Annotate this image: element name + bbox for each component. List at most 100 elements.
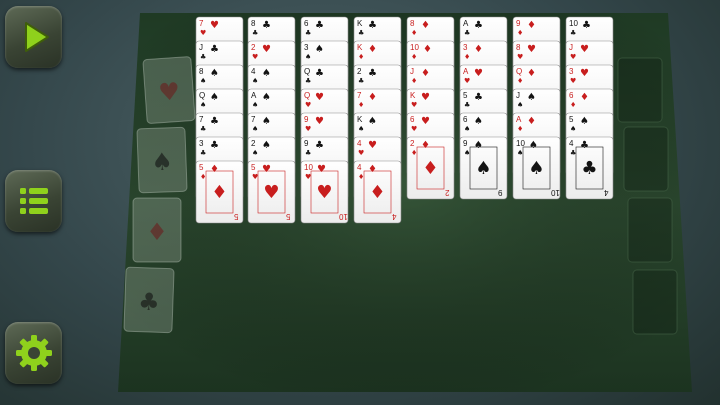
card-suit-icon: ♣ <box>262 20 271 31</box>
card-rank: 2 <box>410 139 415 148</box>
foundation-suit-icon: ♥ <box>157 77 180 106</box>
card-rank: A <box>463 67 469 76</box>
card-center-suit-icon: ♦ <box>369 182 385 203</box>
card-suit-small-icon: ♠ <box>517 149 523 157</box>
card-suit-small-icon: ♣ <box>464 101 470 109</box>
card-rank: J <box>569 43 573 52</box>
card-rank: 4 <box>251 67 256 76</box>
tableau-column-8: 10♣♣J♥♥3♥♥6♦♦5♠♠4♣♣♣4 <box>565 16 614 200</box>
card-suit-small-icon: ♠ <box>200 77 206 85</box>
foundation-spades[interactable]: ♠ <box>136 126 188 194</box>
card-suit-small-icon: ♠ <box>464 125 470 133</box>
card-suit-small-icon: ♦ <box>464 53 470 61</box>
card-rank-bottom: 5 <box>285 212 290 221</box>
card-suit-small-icon: ♣ <box>464 29 470 37</box>
card-5-of-diamonds[interactable]: 5♦♦♦5 <box>195 160 244 224</box>
card-suit-icon: ♠ <box>580 116 589 127</box>
foundation-suit-icon: ♠ <box>151 148 173 177</box>
card-suit-icon: ♦ <box>421 140 430 151</box>
card-rank: 10 <box>410 43 419 52</box>
card-rank: 3 <box>304 43 309 52</box>
card-suit-small-icon: ♠ <box>358 125 364 133</box>
free-cell-2[interactable] <box>623 126 669 192</box>
card-rank: 6 <box>410 115 415 124</box>
card-suit-icon: ♠ <box>315 44 324 55</box>
free-cell-4[interactable] <box>632 269 678 335</box>
card-suit-small-icon: ♠ <box>252 125 258 133</box>
card-rank: A <box>463 19 469 28</box>
card-suit-small-icon: ♣ <box>252 29 258 37</box>
card-2-of-diamonds[interactable]: 2♦♦♦2 <box>406 136 455 200</box>
free-cell-1[interactable] <box>617 57 663 123</box>
card-4-of-diamonds[interactable]: 4♦♦♦4 <box>353 160 402 224</box>
card-rank: Q <box>304 67 310 76</box>
card-rank-bottom: 9 <box>497 188 502 197</box>
card-suit-icon: ♦ <box>580 92 589 103</box>
card-suit-small-icon: ♣ <box>200 53 206 61</box>
card-suit-icon: ♠ <box>210 68 219 79</box>
card-rank: 10 <box>516 139 525 148</box>
card-10-of-spades[interactable]: 10♠♠♠10 <box>512 136 561 200</box>
card-suit-icon: ♦ <box>423 44 432 55</box>
card-suit-small-icon: ♥ <box>464 77 470 85</box>
card-rank: 3 <box>463 43 468 52</box>
card-suit-icon: ♥ <box>315 92 324 103</box>
card-center-suit-icon: ♥ <box>263 182 279 203</box>
card-rank: 6 <box>569 91 574 100</box>
tableau-column-5: 8♦♦10♦♦J♦♦K♥♥6♥♥2♦♦♦2 <box>406 16 455 200</box>
foundation-clubs[interactable]: ♣ <box>123 266 175 334</box>
settings-button[interactable] <box>5 322 62 384</box>
card-suit-small-icon: ♣ <box>305 149 311 157</box>
foundation-suit-icon: ♦ <box>146 218 168 246</box>
card-5-of-hearts[interactable]: 5♥♥♥5 <box>247 160 296 224</box>
card-suit-small-icon: ♥ <box>411 125 417 133</box>
card-suit-icon: ♣ <box>210 116 219 127</box>
card-rank: J <box>199 43 203 52</box>
card-suit-small-icon: ♠ <box>464 149 470 157</box>
card-suit-small-icon: ♠ <box>517 101 523 109</box>
card-suit-icon: ♥ <box>421 92 430 103</box>
card-4-of-clubs[interactable]: 4♣♣♣4 <box>565 136 614 200</box>
card-suit-small-icon: ♦ <box>517 125 523 133</box>
card-rank-bottom: 10 <box>338 212 347 221</box>
card-rank: A <box>251 91 257 100</box>
foundation-hearts[interactable]: ♥ <box>142 56 196 124</box>
foundation-diamonds[interactable]: ♦ <box>132 197 182 263</box>
menu-icon <box>19 188 48 214</box>
card-suit-small-icon: ♦ <box>517 77 523 85</box>
card-rank: 7 <box>251 115 256 124</box>
card-suit-small-icon: ♥ <box>411 101 417 109</box>
card-suit-icon: ♠ <box>262 116 271 127</box>
card-rank-bottom: 2 <box>444 188 449 197</box>
card-center-suit-icon: ♦ <box>422 158 438 179</box>
card-rank: Q <box>516 67 522 76</box>
card-rank: 9 <box>463 139 468 148</box>
card-suit-small-icon: ♠ <box>252 77 258 85</box>
card-suit-small-icon: ♣ <box>570 29 576 37</box>
card-rank: 8 <box>251 19 256 28</box>
card-suit-icon: ♦ <box>368 44 377 55</box>
card-rank: 9 <box>304 139 309 148</box>
card-suit-icon: ♦ <box>474 44 483 55</box>
card-rank: 4 <box>569 139 574 148</box>
card-suit-icon: ♣ <box>315 20 324 31</box>
tableau-column-1: 7♥♥J♣♣8♠♠Q♠♠7♣♣3♣♣5♦♦♦5 <box>195 16 244 224</box>
card-suit-icon: ♦ <box>527 116 536 127</box>
card-10-of-hearts[interactable]: 10♥♥♥10 <box>300 160 349 224</box>
menu-button[interactable] <box>5 170 62 232</box>
card-center-suit-icon: ♥ <box>316 182 332 203</box>
card-suit-icon: ♥ <box>474 68 483 79</box>
card-suit-icon: ♦ <box>527 68 536 79</box>
card-rank: Q <box>199 91 205 100</box>
card-suit-icon: ♠ <box>529 140 538 151</box>
card-rank: 8 <box>516 43 521 52</box>
card-suit-icon: ♣ <box>368 68 377 79</box>
free-cell-3[interactable] <box>627 197 673 263</box>
card-rank: 7 <box>357 91 362 100</box>
card-rank: 4 <box>357 139 362 148</box>
card-suit-icon: ♠ <box>262 140 271 151</box>
card-suit-icon: ♣ <box>368 20 377 31</box>
card-suit-icon: ♥ <box>210 20 219 31</box>
card-9-of-spades[interactable]: 9♠♠♠9 <box>459 136 508 200</box>
play-button[interactable] <box>5 6 62 68</box>
